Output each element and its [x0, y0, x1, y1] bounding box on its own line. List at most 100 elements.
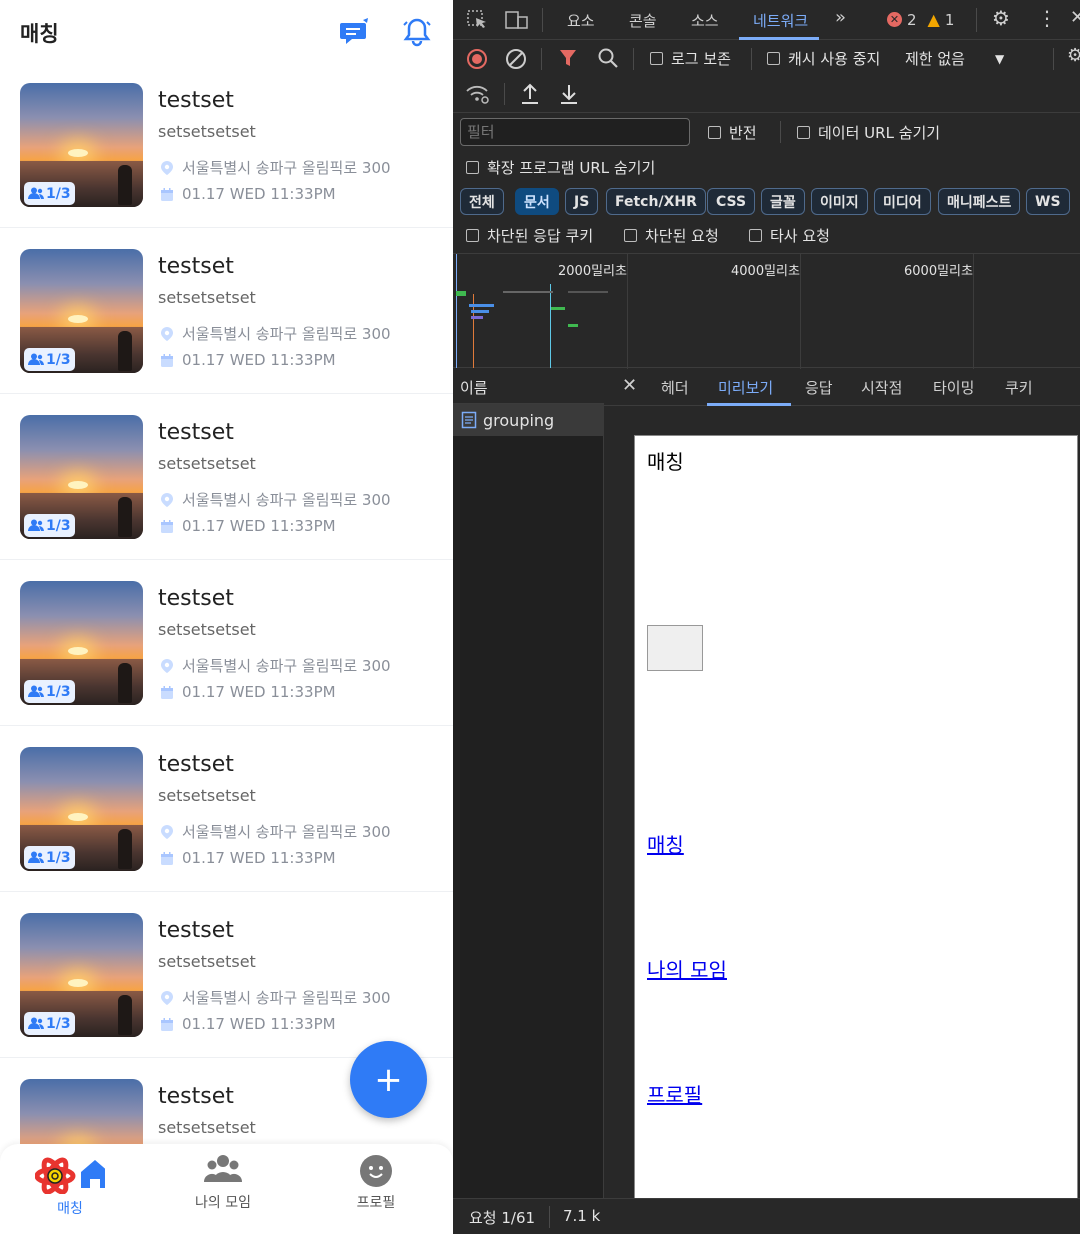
wifi-settings-icon[interactable]	[465, 83, 491, 105]
location-pin-icon	[161, 326, 173, 341]
filter-input[interactable]	[460, 118, 690, 146]
type-filter-css[interactable]: CSS	[707, 188, 756, 215]
document-icon	[461, 411, 477, 429]
tab-timing[interactable]: 타이밍	[933, 377, 974, 398]
type-filter-js[interactable]: JS	[565, 188, 599, 215]
close-icon[interactable]: ✕	[1070, 7, 1080, 28]
disable-cache-checkbox[interactable]: 캐시 사용 중지	[767, 48, 880, 69]
tab-headers[interactable]: 헤더	[661, 377, 689, 398]
kebab-menu-icon[interactable]: ⋮	[1037, 6, 1057, 30]
app-header: 매칭	[0, 0, 453, 62]
warning-icon: ▲	[927, 10, 940, 29]
separator	[976, 8, 977, 32]
type-filter-fetch-xhr[interactable]: Fetch/XHR	[606, 188, 706, 215]
bottom-nav: 매칭 나의 모임 프로필	[0, 1144, 453, 1234]
people-icon	[28, 851, 44, 863]
add-matching-button[interactable]: +	[350, 1041, 427, 1118]
issues-counter[interactable]: ✕ 2 ▲ 1	[887, 10, 954, 29]
more-tabs-button[interactable]: »	[835, 7, 846, 28]
gear-icon[interactable]: ⚙	[992, 6, 1010, 30]
people-icon	[28, 519, 44, 531]
active-detail-tab-indicator	[707, 403, 791, 406]
timeline-bar	[469, 304, 494, 307]
type-filter-img[interactable]: 이미지	[811, 188, 868, 215]
timeline-marker-domcontent	[550, 284, 551, 369]
tab-response[interactable]: 응답	[805, 377, 833, 398]
matching-card[interactable]: 1/3 testset setsetsetset 서울특별시 송파구 올림픽로 …	[0, 892, 453, 1058]
tab-preview[interactable]: 미리보기	[718, 377, 773, 398]
mobile-app: 매칭 1/3 testset setsetsetset 서울특별시 송파구 올림…	[0, 0, 453, 1234]
preview-link-profile[interactable]: 프로필	[647, 1079, 702, 1108]
search-icon[interactable]	[597, 47, 619, 69]
filter-icon[interactable]	[558, 48, 578, 68]
request-row-grouping[interactable]: grouping	[453, 404, 604, 436]
upload-icon[interactable]	[520, 83, 540, 105]
name-column-header[interactable]: 이름	[453, 368, 604, 404]
timeline-marker-start	[456, 254, 457, 369]
type-filter-media[interactable]: 미디어	[874, 188, 931, 215]
location-pin-icon	[161, 824, 173, 839]
participant-count: 1/3	[46, 351, 71, 368]
separator	[542, 8, 543, 32]
checkbox-box	[708, 126, 721, 139]
preview-link-my-groups[interactable]: 나의 모임	[647, 954, 727, 983]
tab-elements[interactable]: 요소	[567, 10, 595, 31]
card-location-text: 서울특별시 송파구 올림픽로 300	[182, 491, 391, 509]
bell-icon[interactable]	[401, 16, 433, 48]
card-datetime: 01.17 WED 11:33PM	[160, 1015, 336, 1033]
nav-item-my-groups[interactable]: 나의 모임	[163, 1154, 283, 1212]
nav-item-matching[interactable]: 매칭	[10, 1154, 130, 1218]
download-icon[interactable]	[559, 83, 579, 105]
tab-cookies[interactable]: 쿠키	[1005, 377, 1033, 398]
chat-icon[interactable]	[339, 16, 371, 48]
record-icon[interactable]	[466, 48, 488, 70]
close-icon[interactable]: ✕	[622, 375, 637, 396]
blocked-cookies-label: 차단된 응답 쿠키	[487, 227, 594, 245]
inspect-icon[interactable]	[467, 10, 489, 30]
invert-checkbox[interactable]: 반전	[708, 122, 757, 143]
tab-initiator[interactable]: 시작점	[861, 377, 902, 398]
type-filter-manifest[interactable]: 매니페스트	[938, 188, 1021, 215]
thumbnail-sun	[68, 481, 88, 489]
card-datetime-text: 01.17 WED 11:33PM	[182, 683, 336, 701]
type-filter-all[interactable]: 전체	[460, 188, 504, 215]
preview-link-matching[interactable]: 매칭	[647, 829, 684, 858]
card-datetime-text: 01.17 WED 11:33PM	[182, 849, 336, 867]
card-location: 서울특별시 송파구 올림픽로 300	[160, 655, 391, 676]
preserve-log-checkbox[interactable]: 로그 보존	[650, 48, 731, 69]
matching-card[interactable]: 1/3 testset setsetsetset 서울특별시 송파구 올림픽로 …	[0, 228, 453, 394]
checkbox-box	[466, 161, 479, 174]
device-toolbar-icon[interactable]	[505, 10, 529, 30]
tab-network[interactable]: 네트워크	[753, 10, 808, 31]
nav-item-profile[interactable]: 프로필	[316, 1154, 436, 1212]
network-timeline[interactable]: 2000밀리초 4000밀리초 6000밀리초	[453, 253, 1080, 369]
calendar-icon	[161, 1017, 173, 1031]
tab-sources[interactable]: 소스	[691, 10, 719, 31]
matching-card[interactable]: 1/3 testset setsetsetset 서울특별시 송파구 올림픽로 …	[0, 394, 453, 560]
type-filter-ws[interactable]: WS	[1026, 188, 1070, 215]
card-datetime-text: 01.17 WED 11:33PM	[182, 351, 336, 369]
location-pin-icon	[161, 160, 173, 175]
throttling-select[interactable]: 제한 없음 ▼	[905, 48, 1004, 69]
people-icon	[28, 353, 44, 365]
blocked-requests-checkbox[interactable]: 차단된 요청	[624, 225, 719, 246]
type-filter-font[interactable]: 글꼴	[761, 188, 805, 215]
third-party-checkbox[interactable]: 타사 요청	[749, 225, 830, 246]
nav-label-matching: 매칭	[57, 1201, 83, 1217]
matching-card[interactable]: 1/3 testset setsetsetset 서울특별시 송파구 올림픽로 …	[0, 726, 453, 892]
matching-card[interactable]: 1/3 testset setsetsetset 서울특별시 송파구 올림픽로 …	[0, 560, 453, 726]
hide-extension-urls-checkbox[interactable]: 확장 프로그램 URL 숨기기	[466, 157, 655, 178]
type-filter-doc[interactable]: 문서	[515, 188, 559, 215]
matching-card[interactable]: 1/3 testset setsetsetset 서울특별시 송파구 올림픽로 …	[0, 62, 453, 228]
network-settings-icon[interactable]: ⚙	[1067, 45, 1080, 66]
clear-icon[interactable]	[505, 48, 527, 70]
timeline-label-6000: 6000밀리초	[904, 264, 973, 279]
invert-label: 반전	[729, 124, 757, 142]
response-preview: 매칭 매칭 나의 모임 프로필	[634, 435, 1078, 1206]
tab-console[interactable]: 콘솔	[629, 10, 657, 31]
card-subtitle: setsetsetset	[158, 454, 256, 473]
hide-data-urls-checkbox[interactable]: 데이터 URL 숨기기	[797, 122, 940, 143]
blocked-cookies-checkbox[interactable]: 차단된 응답 쿠키	[466, 225, 593, 246]
preview-button-placeholder[interactable]	[647, 625, 703, 671]
separator	[780, 121, 781, 143]
